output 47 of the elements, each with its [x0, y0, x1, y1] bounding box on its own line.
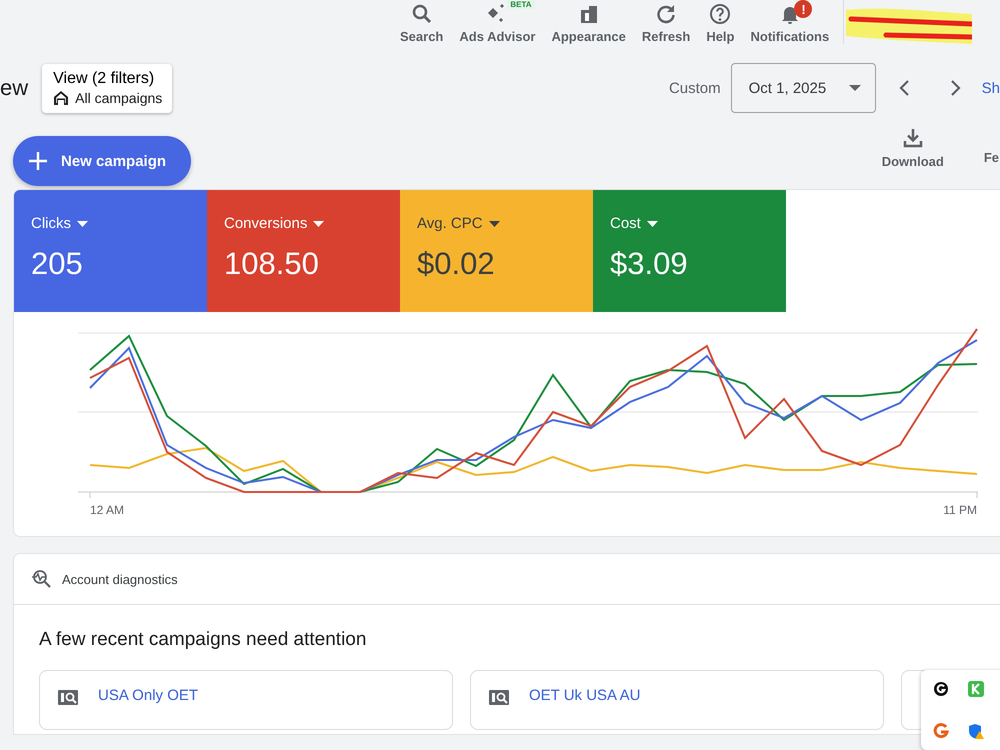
axis-label: 12 AM [90, 503, 124, 517]
campaign-search-icon [58, 687, 80, 705]
caret-icon [848, 85, 861, 91]
toolbar-button[interactable]: Refresh [634, 0, 698, 44]
view-filter-button[interactable]: View (2 filters) All campaigns [42, 64, 172, 112]
axis-label: 11 PM [943, 503, 977, 517]
extension-icon[interactable] [933, 681, 949, 697]
metric-card[interactable]: Cost $3.09 [593, 190, 786, 312]
caret-icon [313, 220, 324, 226]
section-title: Account diagnostics [62, 572, 178, 586]
date-range-label: Custom [668, 80, 721, 96]
metric-card[interactable]: Avg. CPC $0.02 [400, 190, 593, 312]
plus-icon [29, 152, 47, 170]
metric-value: 108.50 [224, 246, 320, 282]
home-icon [53, 90, 70, 106]
shield-warning-icon[interactable] [968, 723, 984, 739]
toolbar-button[interactable]: Fe [984, 150, 999, 165]
beta-badge: BETA [507, 0, 535, 9]
campaign-search-icon [488, 687, 511, 705]
download-button[interactable]: Download [882, 126, 944, 169]
alert-badge: ! [794, 0, 812, 18]
metric-value: $3.09 [610, 246, 689, 282]
toolbar-button[interactable]: Help [698, 0, 742, 44]
campaign-link[interactable]: OET Uk USA AU [528, 687, 640, 704]
help-icon [708, 2, 732, 26]
metric-value: $0.02 [417, 246, 496, 282]
campaign-link[interactable]: USA Only OET [98, 687, 198, 704]
metric-label: Avg. CPC [417, 215, 576, 232]
caret-icon [646, 220, 658, 226]
caret-icon [77, 220, 88, 226]
metric-label: Conversions [224, 215, 383, 232]
toolbar-button[interactable]: Search [392, 0, 452, 44]
link[interactable]: Sh [982, 80, 1000, 96]
toolbar-button[interactable]: ! Notifications [742, 0, 838, 44]
metric-value: 205 [31, 246, 84, 282]
page-title: ew [0, 75, 28, 101]
date-dropdown[interactable]: Oct 1, 2025 [730, 63, 876, 113]
toolbar-button[interactable]: BETA Ads Advisor [451, 0, 544, 44]
toolbar-button[interactable]: Appearance [543, 0, 634, 44]
metric-card[interactable]: Clicks 205 [14, 190, 207, 312]
metric-label: Cost [610, 215, 769, 232]
metric-label: Clicks [31, 215, 190, 232]
new-campaign-button[interactable]: New campaign [13, 136, 192, 186]
metric-card[interactable]: Conversions 108.50 [207, 190, 400, 312]
diagnostics-icon [32, 569, 52, 589]
caret-icon [488, 220, 500, 226]
section-heading: A few recent campaigns need attention [39, 629, 368, 651]
